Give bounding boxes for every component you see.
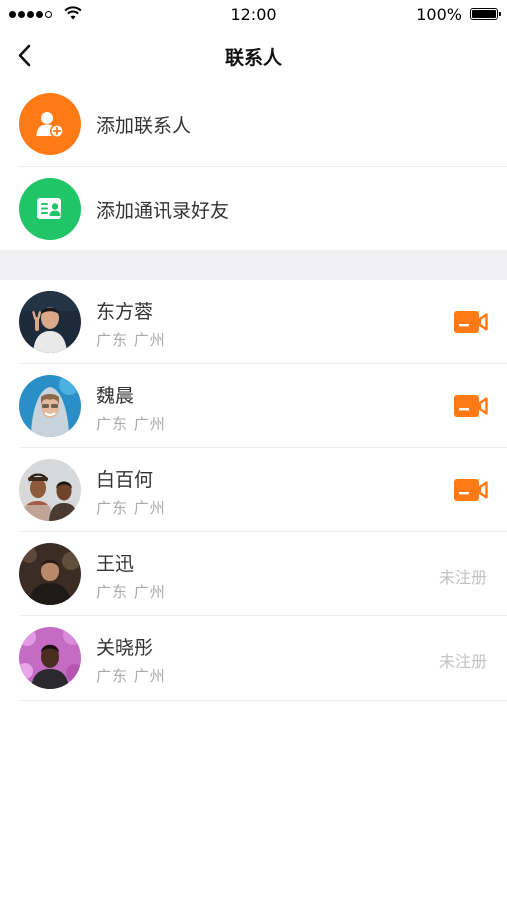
contact-location: 广东 广州 xyxy=(96,667,166,685)
video-call-icon[interactable] xyxy=(454,311,488,333)
contact-name: 魏晨 xyxy=(96,385,135,407)
unregistered-status: 未注册 xyxy=(438,652,487,671)
add-user-icon xyxy=(19,93,81,155)
contact-name: 东方蓉 xyxy=(96,301,154,323)
contact-location: 广东 广州 xyxy=(96,415,166,433)
avatar xyxy=(19,375,81,437)
avatar xyxy=(19,627,81,689)
avatar xyxy=(19,543,81,605)
video-call-icon[interactable] xyxy=(454,479,488,501)
contact-row[interactable]: 王迅 广东 广州 未注册 xyxy=(0,532,507,616)
add-address-book-friends-row[interactable]: 添加通讯录好友 xyxy=(0,167,507,251)
battery-icon xyxy=(470,8,501,20)
contact-location: 广东 广州 xyxy=(96,499,166,517)
section-separator xyxy=(0,250,507,280)
status-bar: 12:00 100% xyxy=(0,0,507,30)
contact-name: 王迅 xyxy=(96,553,135,575)
navigation-bar: 联系人 xyxy=(0,30,507,82)
contacts-screen: 12:00 100% 联系人 添加联系人 添加通讯录好友 东方蓉 广东 广州 魏… xyxy=(0,0,507,900)
add-contact-row[interactable]: 添加联系人 xyxy=(0,82,507,166)
contact-location: 广东 广州 xyxy=(96,583,166,601)
address-book-icon xyxy=(19,178,81,240)
contact-row[interactable]: 东方蓉 广东 广州 xyxy=(0,280,507,364)
contact-row[interactable]: 白百何 广东 广州 xyxy=(0,448,507,532)
battery-percentage: 100% xyxy=(416,5,462,24)
unregistered-status: 未注册 xyxy=(438,568,487,587)
avatar xyxy=(19,291,81,353)
add-address-book-friends-label: 添加通讯录好友 xyxy=(96,200,230,222)
video-call-icon[interactable] xyxy=(454,395,488,417)
contact-location: 广东 广州 xyxy=(96,331,166,349)
divider xyxy=(19,700,507,701)
avatar xyxy=(19,459,81,521)
add-contact-label: 添加联系人 xyxy=(96,115,192,137)
page-title: 联系人 xyxy=(224,47,282,69)
contact-row[interactable]: 关晓彤 广东 广州 未注册 xyxy=(0,616,507,700)
contact-row[interactable]: 魏晨 广东 广州 xyxy=(0,364,507,448)
contact-name: 白百何 xyxy=(96,469,154,491)
contact-name: 关晓彤 xyxy=(96,637,154,659)
